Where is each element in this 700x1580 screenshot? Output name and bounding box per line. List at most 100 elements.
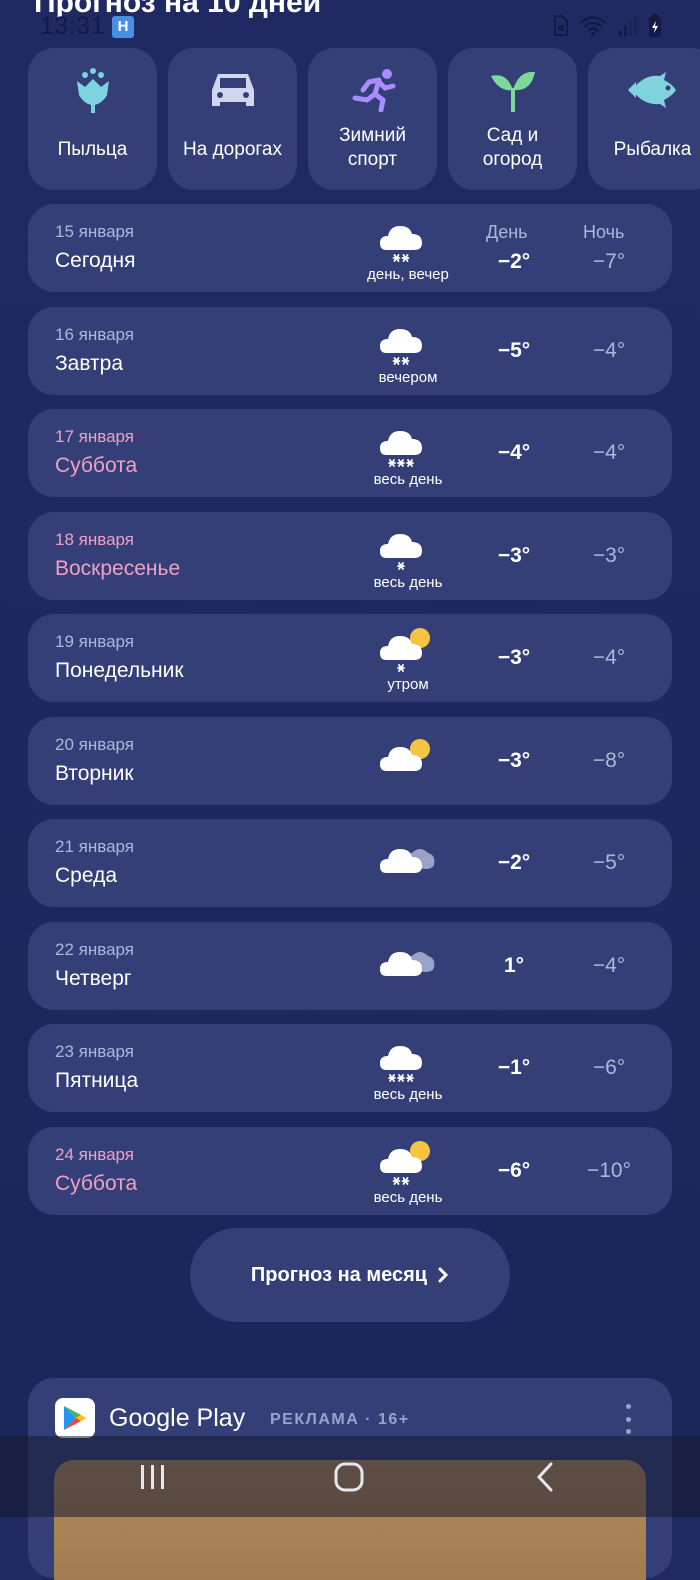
wifi-icon	[579, 16, 607, 36]
battery-icon	[649, 14, 661, 37]
forecast-day-name: Четверг	[55, 967, 132, 990]
status-icons	[552, 14, 662, 38]
forecast-date: 15 января	[55, 222, 134, 241]
forecast-row[interactable]: 16 января Завтра вечером −5° −4°	[28, 307, 672, 395]
category-label: Зимний спорт	[339, 125, 406, 170]
column-header-night: Ночь	[583, 222, 625, 242]
precipitation-note: весь день	[373, 471, 443, 488]
precipitation-note: вечером	[378, 369, 438, 386]
month-forecast-label: Прогноз на месяц	[250, 1263, 428, 1286]
status-bar: 13:31 H	[0, 0, 700, 48]
status-time: 13:31	[40, 12, 106, 40]
ad-tag: РЕКЛАМА · 16+	[270, 1411, 410, 1428]
temp-day: −2°	[497, 250, 531, 273]
forecast-date: 21 января	[55, 837, 134, 856]
heavy-snow-icon	[376, 1036, 440, 1086]
temp-night: −4°	[592, 441, 626, 464]
temp-day: −5°	[497, 339, 531, 362]
snow-icon	[376, 216, 440, 266]
category-roads[interactable]: На дорогах	[168, 48, 297, 190]
sim-icon	[554, 15, 568, 36]
home-icon[interactable]	[319, 1458, 379, 1496]
light-snow-icon	[376, 524, 440, 574]
forecast-date: 20 января	[55, 735, 134, 754]
precipitation-note: утром	[387, 676, 429, 693]
forecast-day-name: Воскресенье	[55, 557, 181, 580]
forecast-row[interactable]: 19 января Понедельник утром −3° −4°	[28, 614, 672, 702]
temp-day: −1°	[497, 1056, 531, 1079]
category-winter-sport[interactable]: Зимний спорт	[308, 48, 437, 190]
app-notification-icon: H	[112, 16, 134, 38]
heavy-snow-icon	[376, 421, 440, 471]
forecast-row[interactable]: 23 января Пятница весь день −1° −6°	[28, 1024, 672, 1112]
fish-icon	[627, 66, 678, 114]
forecast-day-name: Пятница	[55, 1069, 139, 1092]
temp-day: −2°	[497, 851, 531, 874]
forecast-date: 22 января	[55, 940, 134, 959]
forecast-date: 17 января	[55, 427, 134, 446]
signal-icon	[619, 16, 637, 36]
flower-icon	[73, 66, 113, 114]
snow-icon	[376, 319, 440, 369]
cloudy-icon	[376, 942, 440, 992]
category-label: Сад и огород	[482, 125, 543, 170]
forecast-date: 19 января	[55, 632, 134, 651]
more-options-icon[interactable]	[626, 1404, 632, 1434]
chevron-right-icon	[438, 1267, 449, 1283]
forecast-row[interactable]: 18 января Воскресенье весь день −3° −3°	[28, 512, 672, 600]
forecast-day-name: Вторник	[55, 762, 134, 785]
recent-apps-icon[interactable]	[123, 1458, 183, 1496]
forecast-row[interactable]: 21 января Среда −2° −5°	[28, 819, 672, 907]
forecast-date: 18 января	[55, 530, 134, 549]
temp-day: −3°	[497, 749, 531, 772]
back-icon[interactable]	[515, 1458, 575, 1496]
temp-night: −4°	[592, 954, 626, 977]
category-row: Пыльца На дорогах Зимний спорт Сад и ого…	[28, 48, 700, 190]
temp-night: −4°	[592, 339, 626, 362]
forecast-row[interactable]: 15 января Сегодня день, вечер День Ночь −2° −7…	[28, 204, 672, 292]
runner-icon	[349, 66, 397, 114]
partly-cloudy-icon	[376, 737, 440, 787]
forecast-day-name: Суббота	[55, 1172, 138, 1195]
temp-day: −4°	[497, 441, 531, 464]
forecast-date: 24 января	[55, 1145, 134, 1164]
temp-night: −10°	[586, 1159, 632, 1182]
forecast-row[interactable]: 22 января Четверг 1° −4°	[28, 922, 672, 1010]
forecast-date: 23 января	[55, 1042, 134, 1061]
category-label: Рыбалка	[613, 139, 692, 160]
category-label: Пыльца	[57, 139, 128, 160]
precipitation-note: весь день	[373, 574, 443, 591]
category-garden[interactable]: Сад и огород	[448, 48, 577, 190]
forecast-day-name: Суббота	[55, 454, 138, 477]
forecast-date: 16 января	[55, 325, 134, 344]
month-forecast-button[interactable]: Прогноз на месяц	[190, 1228, 510, 1322]
temp-day: −6°	[497, 1159, 531, 1182]
temp-night: −4°	[592, 646, 626, 669]
precipitation-note: весь день	[373, 1086, 443, 1103]
partly-sunny-snow-icon	[376, 1139, 440, 1189]
category-fishing[interactable]: Рыбалка	[588, 48, 700, 190]
google-play-logo	[55, 1398, 95, 1438]
partly-sunny-snow-icon	[376, 626, 440, 676]
ad-name: Google Play	[109, 1404, 246, 1432]
temp-day: −3°	[497, 646, 531, 669]
car-icon	[210, 66, 256, 114]
forecast-day-name: Понедельник	[55, 659, 184, 682]
forecast-day-name: Среда	[55, 864, 117, 887]
cloudy-icon	[376, 839, 440, 889]
forecast-row[interactable]: 20 января Вторник −3° −8°	[28, 717, 672, 805]
temp-night: −3°	[592, 544, 626, 567]
temp-day: 1°	[503, 954, 525, 977]
temp-night: −5°	[592, 851, 626, 874]
forecast-row[interactable]: 24 января Суббота весь день −6° −10°	[28, 1127, 672, 1215]
temp-day: −3°	[497, 544, 531, 567]
forecast-day-name: Сегодня	[55, 249, 136, 272]
forecast-day-name: Завтра	[55, 352, 124, 375]
forecast-row[interactable]: 17 января Суббота весь день −4° −4°	[28, 409, 672, 497]
column-header-day: День	[486, 222, 528, 242]
category-pollen[interactable]: Пыльца	[28, 48, 157, 190]
sprout-icon	[489, 66, 537, 114]
precipitation-note: день, вечер	[367, 266, 449, 283]
temp-night: −7°	[592, 250, 626, 273]
category-label: На дорогах	[183, 139, 282, 160]
